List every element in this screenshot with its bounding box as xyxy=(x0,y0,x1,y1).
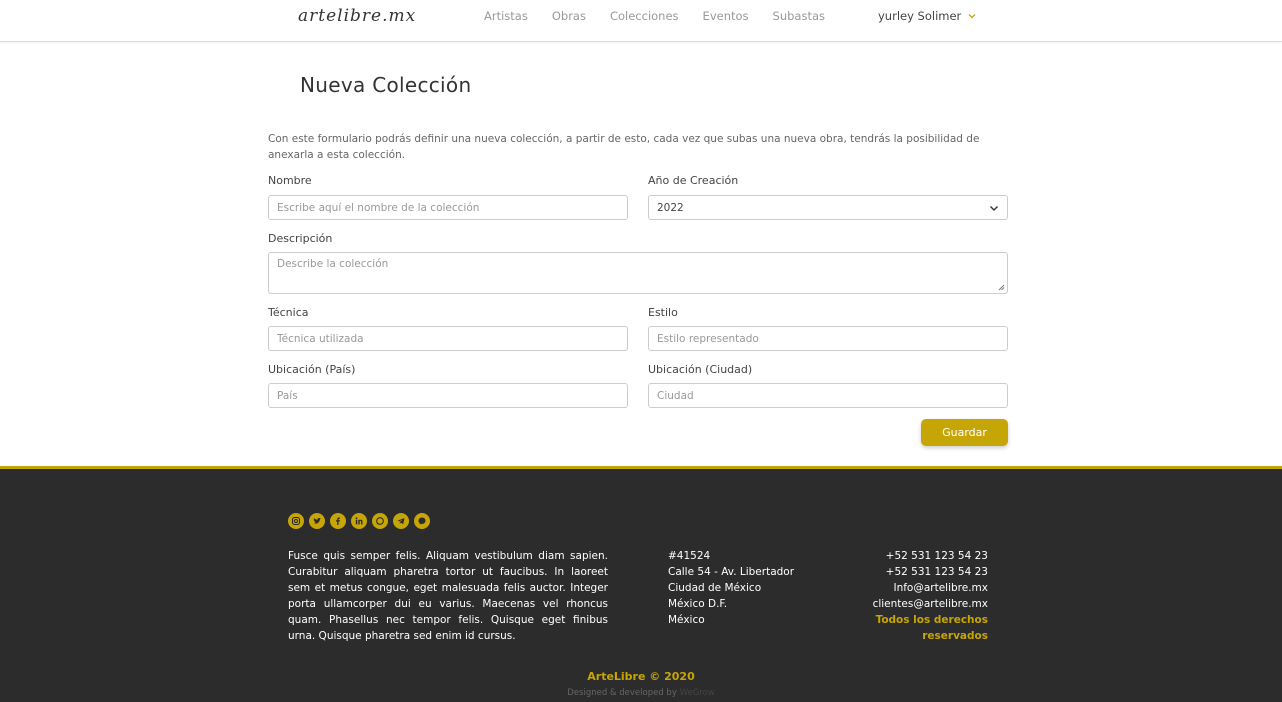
ciudad-input[interactable]: Ciudad xyxy=(648,383,1008,408)
user-name: yurley Solimer xyxy=(878,9,962,23)
rights-text: Todos los derechos reservados xyxy=(875,614,988,642)
phone-1[interactable]: +52 531 123 54 23 xyxy=(820,548,988,564)
anio-value: 2022 xyxy=(657,201,684,214)
address-line: México D.F. xyxy=(668,598,728,610)
nav-item-subastas[interactable]: Subastas xyxy=(773,9,825,23)
social-links xyxy=(288,513,430,529)
tecnica-placeholder: Técnica utilizada xyxy=(277,332,364,345)
footer-address: #41524 Calle 54 - Av. Libertador Ciudad … xyxy=(668,548,794,628)
telegram-icon[interactable] xyxy=(393,513,409,529)
main-nav: Artistas Obras Colecciones Eventos Subas… xyxy=(484,9,849,23)
twitter-icon[interactable] xyxy=(309,513,325,529)
chevron-down-icon xyxy=(968,14,976,19)
nav-item-artistas[interactable]: Artistas xyxy=(484,9,528,23)
estilo-placeholder: Estilo representado xyxy=(657,332,759,345)
email-clientes[interactable]: clientes@artelibre.mx xyxy=(820,596,988,612)
resize-handle-icon[interactable] xyxy=(998,284,1005,291)
pais-label: Ubicación (País) xyxy=(268,363,356,376)
footer-about: Fusce quis semper felis. Aliquam vestibu… xyxy=(288,550,608,642)
anio-select[interactable]: 2022 xyxy=(648,195,1008,220)
pais-placeholder: País xyxy=(277,389,298,402)
whatsapp-icon[interactable] xyxy=(372,513,388,529)
designer-link[interactable]: WeGrow xyxy=(680,688,715,698)
ciudad-label: Ubicación (Ciudad) xyxy=(648,363,753,376)
user-menu[interactable]: yurley Solimer xyxy=(878,9,977,23)
nombre-placeholder: Escribe aquí el nombre de la colección xyxy=(277,201,480,214)
tecnica-input[interactable]: Técnica utilizada xyxy=(268,326,628,351)
nav-item-eventos[interactable]: Eventos xyxy=(703,9,749,23)
footer: Fusce quis semper felis. Aliquam vestibu… xyxy=(0,466,1282,702)
form-intro: Con este formulario podrás definir una n… xyxy=(268,133,980,161)
instagram-icon[interactable] xyxy=(288,513,304,529)
address-line: Calle 54 - Av. Libertador xyxy=(668,566,795,578)
pais-input[interactable]: País xyxy=(268,383,628,408)
designed-by: Designed & developed by WeGrow xyxy=(0,688,1282,698)
estilo-label: Estilo xyxy=(648,306,678,319)
copyright: ArteLibre © 2020 xyxy=(587,670,695,683)
anio-label: Año de Creación xyxy=(648,174,739,187)
page-title: Nueva Colección xyxy=(300,73,472,97)
designed-prefix: Designed & developed by xyxy=(567,688,677,698)
address-line: Ciudad de México xyxy=(668,582,762,594)
phone-2[interactable]: +52 531 123 54 23 xyxy=(820,564,988,580)
top-navbar: artelibre.mx Artistas Obras Colecciones … xyxy=(0,0,1282,42)
address-line: #41524 xyxy=(668,550,711,562)
estilo-input[interactable]: Estilo representado xyxy=(648,326,1008,351)
email-info[interactable]: Info@artelibre.mx xyxy=(820,580,988,596)
descripcion-textarea[interactable]: Describe la colección xyxy=(268,252,1008,294)
descripcion-placeholder: Describe la colección xyxy=(277,258,389,270)
footer-contact: +52 531 123 54 23 +52 531 123 54 23 Info… xyxy=(820,548,988,644)
nombre-input[interactable]: Escribe aquí el nombre de la colección xyxy=(268,195,628,220)
site-logo[interactable]: artelibre.mx xyxy=(298,6,416,26)
linkedin-icon[interactable] xyxy=(351,513,367,529)
facebook-icon[interactable] xyxy=(330,513,346,529)
nombre-label: Nombre xyxy=(268,174,312,187)
ciudad-placeholder: Ciudad xyxy=(657,389,694,402)
nav-item-obras[interactable]: Obras xyxy=(552,9,586,23)
chevron-down-icon xyxy=(990,205,998,211)
save-button[interactable]: Guardar xyxy=(921,419,1008,446)
address-line: México xyxy=(668,614,705,626)
descripcion-label: Descripción xyxy=(268,232,333,245)
nav-item-colecciones[interactable]: Colecciones xyxy=(610,9,679,23)
messenger-icon[interactable] xyxy=(414,513,430,529)
tecnica-label: Técnica xyxy=(268,306,309,319)
